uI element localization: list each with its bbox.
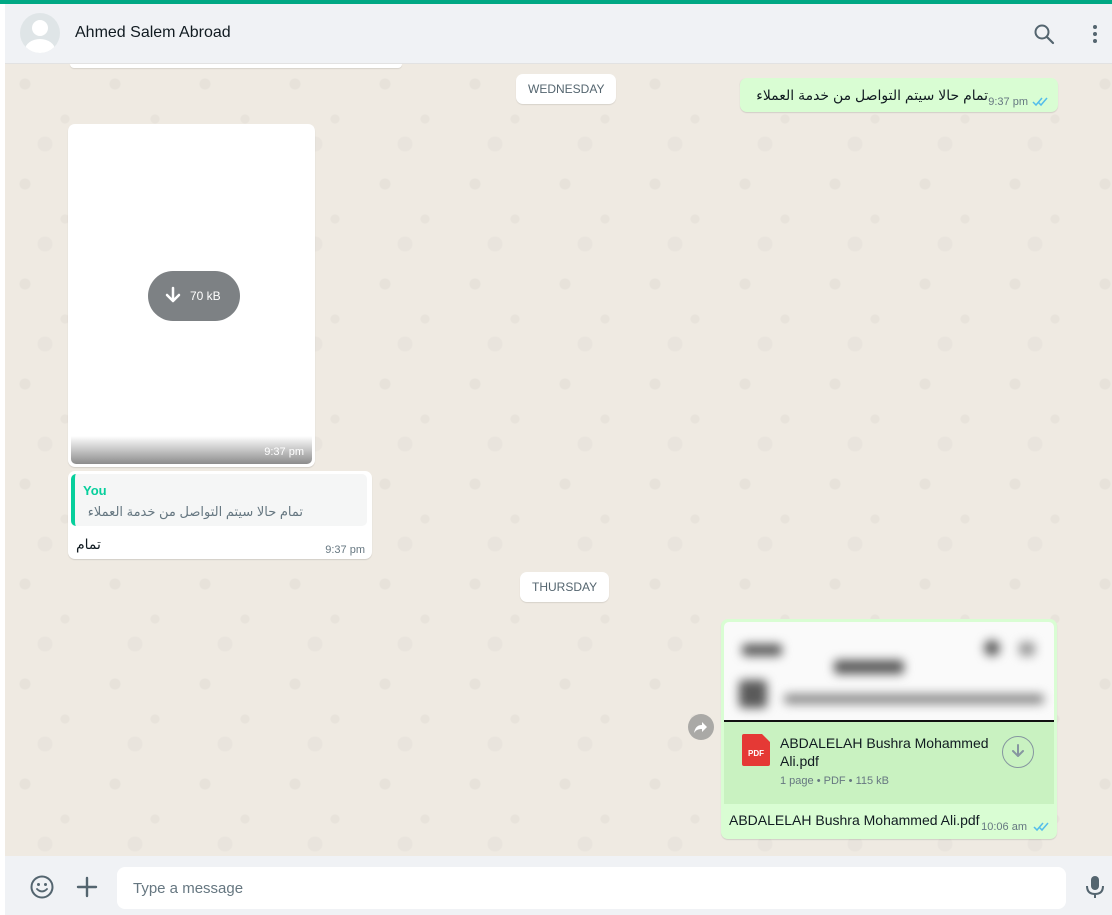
- message-time: 10:06 am: [981, 821, 1027, 833]
- outgoing-message[interactable]: تمام حالا سيتم التواصل من خدمة العملاء 9…: [740, 78, 1058, 112]
- microphone-icon[interactable]: [1083, 874, 1107, 900]
- chat-header[interactable]: Ahmed Salem Abroad: [5, 4, 1112, 64]
- pdf-icon-label: PDF: [748, 749, 764, 758]
- image-download-size: 70 kB: [190, 289, 221, 303]
- incoming-reply-message[interactable]: You تمام حالا سيتم التواصل من خدمة العمل…: [68, 471, 372, 559]
- incoming-image-message[interactable]: 70 kB 9:37 pm: [68, 124, 315, 467]
- document-caption: ABDALELAH Bushra Mohammed Ali.pdf: [729, 812, 980, 828]
- outgoing-document-message[interactable]: PDF ABDALELAH Bushra Mohammed Ali.pdf 1 …: [721, 619, 1057, 839]
- attach-plus-icon[interactable]: [74, 874, 100, 900]
- date-divider-thursday: THURSDAY: [520, 572, 610, 602]
- quoted-author: You: [83, 483, 107, 498]
- document-preview[interactable]: [724, 622, 1054, 722]
- quoted-message[interactable]: You تمام حالا سيتم التواصل من خدمة العمل…: [71, 474, 367, 526]
- quoted-text: تمام حالا سيتم التواصل من خدمة العملاء: [87, 504, 303, 519]
- image-download-button[interactable]: 70 kB: [148, 271, 240, 321]
- emoji-icon[interactable]: [29, 874, 55, 900]
- pdf-file-icon: PDF: [742, 734, 770, 766]
- read-ticks-icon: [1032, 97, 1048, 107]
- image-placeholder[interactable]: 70 kB 9:37 pm: [71, 127, 312, 464]
- document-meta: 1 page • PDF • 115 kB: [780, 775, 890, 787]
- message-list[interactable]: WEDNESDAY تمام حالا سيتم التواصل من خدمة…: [5, 64, 1112, 856]
- message-input[interactable]: [117, 867, 1066, 909]
- document-card[interactable]: PDF ABDALELAH Bushra Mohammed Ali.pdf 1 …: [724, 722, 1054, 804]
- message-time: 9:37 pm: [988, 96, 1028, 108]
- default-avatar-icon[interactable]: [20, 13, 60, 53]
- message-text: تمام حالا سيتم التواصل من خدمة العملاء: [756, 87, 988, 103]
- forward-button[interactable]: [688, 714, 714, 740]
- message-time: 9:37 pm: [325, 544, 365, 556]
- read-ticks-icon: [1033, 822, 1049, 832]
- download-arrow-icon: [1012, 744, 1024, 757]
- previous-message-bubble: [70, 64, 402, 68]
- message-time: 9:37 pm: [264, 446, 304, 458]
- more-vertical-icon[interactable]: [1083, 22, 1107, 46]
- forward-icon: [694, 722, 707, 733]
- document-download-button[interactable]: [1002, 736, 1034, 768]
- download-arrow-icon: [165, 286, 181, 303]
- date-divider-wednesday: WEDNESDAY: [516, 74, 617, 104]
- message-composer-bar: [5, 856, 1112, 915]
- document-file-name: ABDALELAH Bushra Mohammed Ali.pdf: [780, 735, 989, 769]
- message-text: تمام: [76, 536, 101, 552]
- contact-name[interactable]: Ahmed Salem Abroad: [75, 24, 231, 42]
- search-icon[interactable]: [1032, 22, 1056, 46]
